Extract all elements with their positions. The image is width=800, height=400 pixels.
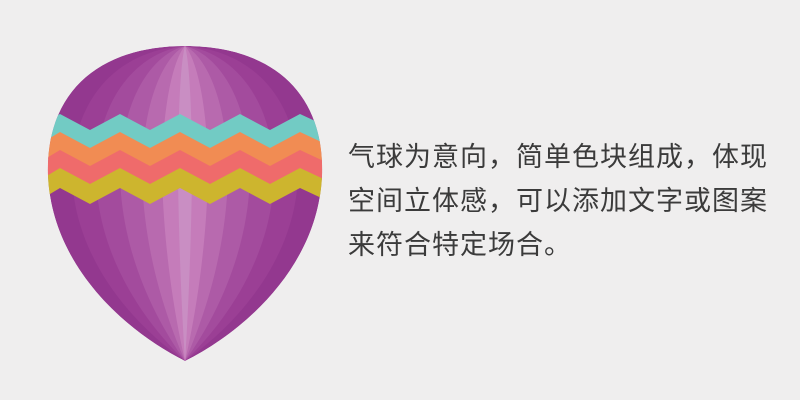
balloon-stripes [47, 46, 323, 361]
hot-air-balloon-illustration [47, 46, 323, 361]
caption-line: 来符合特定场合。 [348, 230, 572, 261]
balloon-zigzag-bands [47, 114, 323, 204]
caption-line: 气球为意向，简单色块组成，体现 [348, 142, 768, 173]
caption-line: 空间立体感，可以添加文字或图案 [348, 186, 768, 217]
caption-text: 气球为意向，简单色块组成，体现 空间立体感，可以添加文字或图案 来符合特定场合。 [348, 136, 778, 268]
